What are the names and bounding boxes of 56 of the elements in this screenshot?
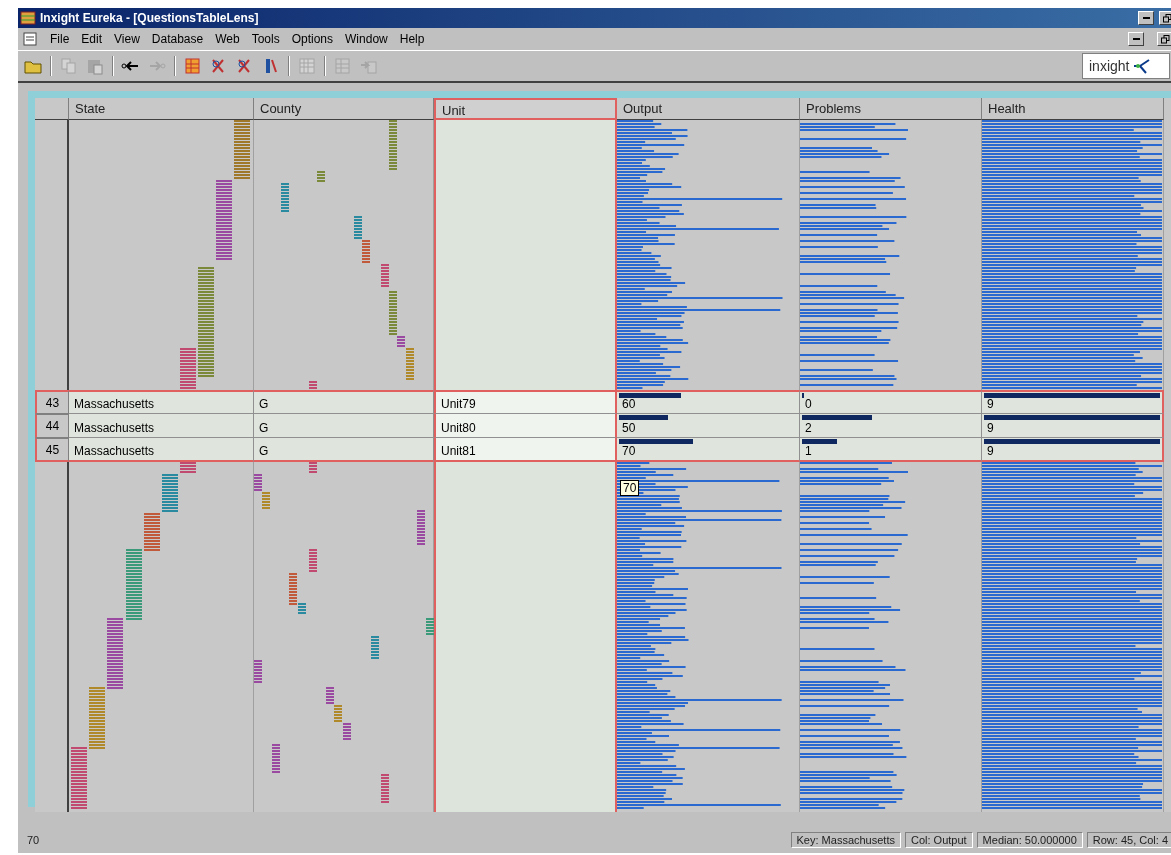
cell-text: 60 <box>622 397 636 411</box>
restore-icon <box>1160 34 1170 44</box>
menu-item[interactable]: Web <box>215 32 240 46</box>
cell-text: 9 <box>987 397 994 411</box>
column-header[interactable]: State <box>69 98 254 120</box>
menu-item[interactable]: Database <box>151 32 204 46</box>
cell-text: 70 <box>622 444 636 458</box>
row-number: 45 <box>35 438 69 462</box>
menu-item[interactable]: Options <box>291 32 334 46</box>
status-field: 70 <box>22 833 787 847</box>
minimize-icon <box>1132 38 1140 40</box>
cell-text: 1 <box>805 444 812 458</box>
value-tooltip: 70 <box>620 480 640 496</box>
logo-icon <box>1132 58 1151 74</box>
cell-text: G <box>259 421 269 435</box>
minimize-button[interactable] <box>1138 11 1154 25</box>
cell-text: Massachusetts <box>74 444 155 458</box>
cell-text: 2 <box>805 421 812 435</box>
cell-text: G <box>259 444 269 458</box>
cell-text: 9 <box>987 421 994 435</box>
restore-button[interactable] <box>1159 11 1171 25</box>
menu-item[interactable]: View <box>114 32 140 46</box>
cell-text: 9 <box>987 444 994 458</box>
status-field: Row: 45, Col: 4 <box>1086 832 1171 848</box>
cell-text: Massachusetts <box>74 421 155 435</box>
column-header[interactable]: Health <box>982 98 1164 120</box>
restore-icon <box>1162 13 1171 23</box>
cell-text: Unit79 <box>441 397 476 411</box>
document-icon <box>22 31 38 47</box>
menu-item[interactable]: Window <box>345 32 388 46</box>
cell-text: Massachusetts <box>74 397 155 411</box>
cell-text: Unit81 <box>441 444 476 458</box>
column-header[interactable]: Output <box>617 98 800 120</box>
cell-text: Unit80 <box>441 421 476 435</box>
cell-text: 0 <box>805 397 812 411</box>
row-number: 43 <box>35 390 69 414</box>
window-title: Inxight Eureka - [QuestionsTableLens] <box>40 11 259 25</box>
cell-text: 50 <box>622 421 636 435</box>
column-header <box>35 98 69 120</box>
menu-item[interactable]: Tools <box>251 32 280 46</box>
cell-text: G <box>259 397 269 411</box>
status-field: Col: Output <box>904 832 973 848</box>
column-header[interactable]: Unit <box>434 98 617 120</box>
column-header[interactable]: County <box>254 98 434 120</box>
row-number: 44 <box>35 414 69 438</box>
restore-button[interactable] <box>1157 32 1171 46</box>
status-field: Median: 50.000000 <box>976 832 1083 848</box>
menu-item[interactable]: Edit <box>81 32 103 46</box>
app-icon <box>20 11 36 25</box>
menu-item[interactable]: Help <box>399 32 425 46</box>
minimize-button[interactable] <box>1128 32 1144 46</box>
status-field: Key: Massachusetts <box>790 832 901 848</box>
menu-item[interactable]: File <box>50 32 70 46</box>
minimize-icon <box>1142 17 1150 19</box>
column-header[interactable]: Problems <box>800 98 982 120</box>
logo-text: inxight <box>1089 58 1130 74</box>
